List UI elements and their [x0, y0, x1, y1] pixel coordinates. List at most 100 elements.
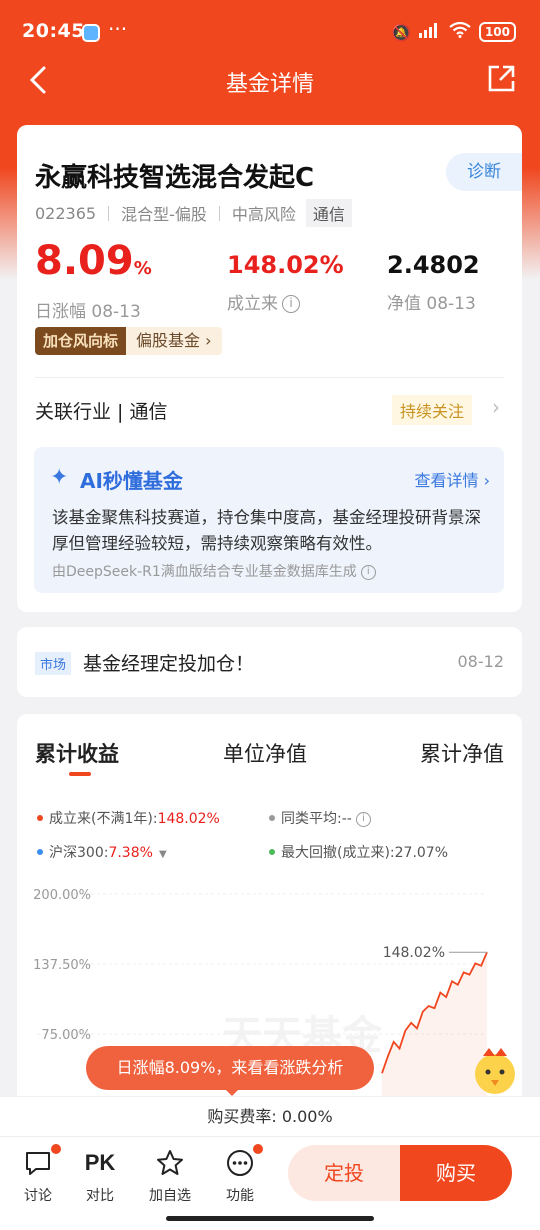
fund-tags: 022365 混合型-偏股 中高风险 通信 [35, 199, 352, 227]
daily-change-metric: 8.09% 日涨幅 08-13 [35, 239, 152, 322]
purchase-fee: 购买费率: 0.00% [0, 1096, 540, 1136]
nav-label: 净值 08-13 [387, 294, 476, 314]
legend-index-value: 7.38% [108, 845, 153, 861]
chevron-right-icon: › [483, 471, 490, 490]
share-icon[interactable] [486, 64, 516, 94]
chat-icon [26, 1152, 50, 1175]
legend-peer: 同类平均:-- i [269, 808, 371, 828]
y-tick-label: 75.00% [41, 1028, 91, 1043]
daily-change-value: 8.09 [35, 238, 134, 284]
chevron-right-icon[interactable]: › [492, 395, 500, 419]
info-icon[interactable]: i [282, 295, 300, 313]
divider [218, 205, 220, 221]
legend-index-label: 沪深300: [49, 845, 109, 861]
diagnose-button[interactable]: 诊断 [446, 153, 522, 191]
tab-cumulative-nav[interactable]: 累计净值 [420, 738, 504, 768]
news-date: 08-12 [457, 652, 505, 671]
legend-dot [37, 849, 43, 855]
y-tick-label: 137.50% [33, 958, 91, 973]
badge-light: 偏股基金 › [126, 327, 222, 355]
chevron-right-icon: › [205, 331, 212, 350]
legend-dot [269, 849, 275, 855]
fund-summary-card: 永赢科技智选混合发起C 诊断 022365 混合型-偏股 中高风险 通信 8.0… [17, 125, 522, 612]
popup-tail [224, 1088, 240, 1096]
compare-label: 对比 [86, 1188, 114, 1204]
mute-icon: 🔕 [391, 22, 411, 42]
y-tick-label: 200.00% [33, 888, 91, 903]
info-icon[interactable]: i [355, 812, 371, 827]
ai-title: AI秒懂基金 [80, 469, 183, 493]
daily-change-label: 日涨幅 08-13 [35, 302, 141, 322]
since-inception-metric: 148.02% 成立来 i [227, 251, 344, 314]
series-area [382, 952, 487, 1104]
home-indicator [166, 1216, 374, 1221]
since-inception-label: 成立来 [227, 294, 278, 314]
discuss-label: 讨论 [24, 1188, 52, 1204]
nav-value: 2.4802 [387, 251, 480, 279]
functions-label: 功能 [226, 1188, 254, 1204]
ai-summary-box: ✦ AI秒懂基金 查看详情 › 该基金聚焦科技赛道，持仓集中度高，基金经理投研背… [34, 447, 504, 593]
fund-code: 022365 [35, 203, 97, 223]
legend-fund: 成立来(不满1年):148.02% [37, 808, 220, 828]
news-title: 基金经理定投加仓！ [83, 653, 255, 675]
notification-dot [253, 1144, 263, 1154]
signal-icon [418, 22, 441, 42]
legend-drawdown-label: 最大回撤(成立来):27.07% [281, 845, 449, 861]
analysis-popup[interactable]: 日涨幅8.09%，来看看涨跌分析 [86, 1046, 374, 1090]
page-title: 基金详情 [225, 72, 314, 97]
status-bar: 20:45 ··· 🔕 100 [0, 0, 540, 64]
info-icon[interactable]: i [360, 565, 376, 580]
legend-index[interactable]: 沪深300:7.38% ▼ [37, 842, 167, 862]
legend-dot [269, 815, 275, 821]
ai-footer: 由DeepSeek-R1满血版结合专业基金数据库生成 i [52, 561, 376, 581]
fund-name: 永赢科技智选混合发起C [35, 163, 315, 193]
wifi-icon [449, 21, 471, 42]
nav-bar: 基金详情 [0, 56, 540, 104]
sector-tag[interactable]: 通信 [305, 199, 352, 227]
ai-more-label: 查看详情 [414, 471, 479, 490]
functions-button[interactable]: 功能 [215, 1144, 265, 1205]
badge-light-label: 偏股基金 [136, 331, 201, 350]
fund-risk: 中高风险 [231, 205, 296, 224]
tab-cumulative-return[interactable]: 累计收益 [35, 738, 119, 768]
legend-peer-label: 同类平均:-- [281, 811, 352, 827]
follow-tag[interactable]: 持续关注 [391, 395, 472, 425]
status-time: 20:45 [22, 20, 85, 42]
ai-summary-text: 该基金聚焦科技赛道，持仓集中度高，基金经理投研背景深厚但管理经验较短，需持续观察… [52, 508, 481, 553]
app-notification-icon [82, 24, 100, 42]
ai-footer-text: 由DeepSeek-R1满血版结合专业基金数据库生成 [52, 564, 357, 580]
divider [108, 205, 110, 221]
fund-badge[interactable]: 加仓风向标 偏股基金 › [35, 327, 222, 355]
daily-change-unit: % [133, 258, 152, 279]
industry-label[interactable]: 关联行业 | 通信 [35, 397, 167, 424]
dingtou-button[interactable]: 定投 [288, 1145, 400, 1201]
status-icons: 🔕 100 [391, 21, 516, 42]
battery-indicator: 100 [478, 22, 516, 42]
since-inception-value: 148.02% [227, 251, 344, 279]
buy-button[interactable]: 购买 [400, 1145, 512, 1201]
legend-dot [37, 815, 43, 821]
compare-button[interactable]: PK 对比 [75, 1147, 125, 1205]
pk-icon: PK [84, 1150, 116, 1175]
legend-drawdown: 最大回撤(成立来):27.07% [269, 842, 448, 862]
watchlist-label: 加自选 [149, 1188, 191, 1204]
nav-metric: 2.4802 净值 08-13 [387, 251, 480, 314]
star-icon [157, 1150, 183, 1175]
ai-sparkle-icon: ✦ [50, 465, 69, 490]
news-tag: 市场 [35, 652, 72, 675]
tab-unit-nav[interactable]: 单位净值 [223, 738, 307, 768]
ai-more-link[interactable]: 查看详情 › [414, 467, 490, 491]
badge-dark: 加仓风向标 [35, 327, 127, 355]
caret-down-icon: ▼ [158, 849, 167, 860]
news-card[interactable]: 市场 基金经理定投加仓！ 08-12 [17, 627, 522, 697]
discuss-button[interactable]: 讨论 [13, 1144, 63, 1205]
add-watchlist-button[interactable]: 加自选 [145, 1147, 195, 1205]
tab-indicator [69, 772, 91, 776]
notification-dot [51, 1144, 61, 1154]
end-value-label: 148.02% [383, 945, 445, 961]
divider [35, 377, 504, 378]
legend-fund-label: 成立来(不满1年): [49, 811, 158, 827]
legend-fund-value: 148.02% [157, 811, 220, 827]
fund-type: 混合型-偏股 [121, 205, 207, 224]
more-notifications-icon: ··· [108, 17, 128, 41]
